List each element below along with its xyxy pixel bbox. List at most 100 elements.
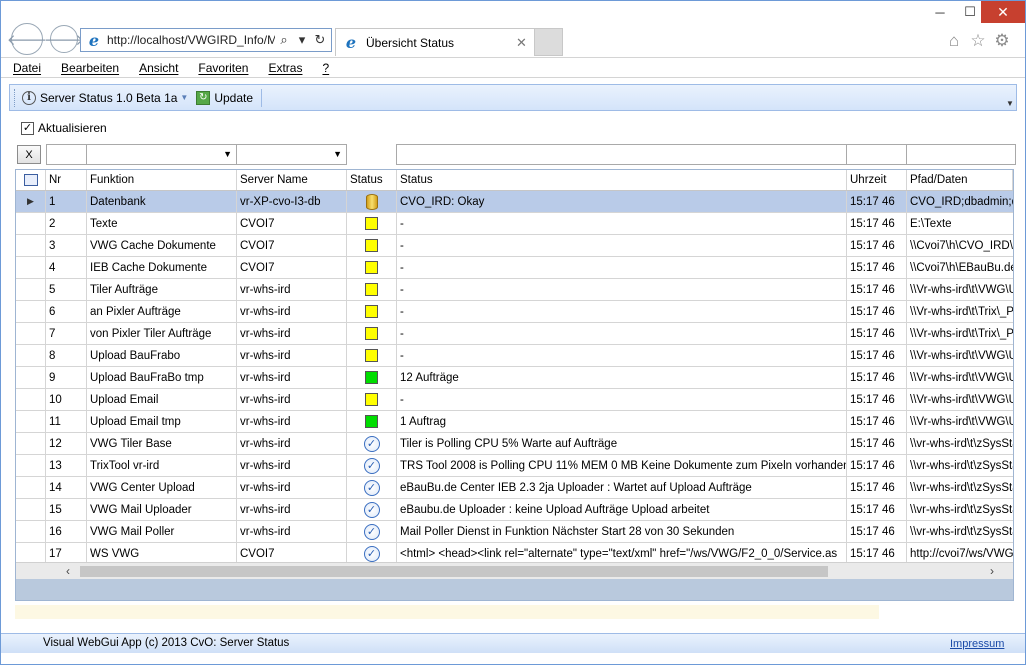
app-menu-label: Server Status 1.0 Beta 1a	[40, 90, 178, 105]
cell-status-icon	[347, 389, 397, 410]
autorefresh-row[interactable]: ✓ Aktualisieren	[21, 121, 107, 135]
table-row[interactable]: 5 Tiler Aufträge vr-whs-ird -15:17 46 \\Vr-w…	[16, 279, 1013, 301]
row-header[interactable]	[16, 257, 46, 278]
address-bar[interactable]: e http://localhost/VWGIRD_Info/M ⌕ ▾ ↻	[80, 28, 332, 52]
row-header[interactable]	[16, 455, 46, 476]
menu-item-datei[interactable]: Datei	[11, 61, 43, 75]
table-row[interactable]: 14 VWG Center Upload vr-whs-ird ✓ eBauBu.de …	[16, 477, 1013, 499]
status-yellow-icon	[365, 261, 378, 274]
toolbar-overflow-icon[interactable]: ▼	[1005, 97, 1015, 109]
row-header[interactable]	[16, 389, 46, 410]
update-button[interactable]: ↻ Update	[192, 87, 257, 109]
row-header[interactable]	[16, 345, 46, 366]
scroll-right-icon[interactable]: ›	[984, 563, 1000, 579]
column-header-server[interactable]: Server Name	[237, 170, 347, 190]
menu-item-ansicht[interactable]: Ansicht	[137, 61, 180, 75]
table-row[interactable]: 8 Upload BauFrabo vr-whs-ird -15:17 46 \\Vr-…	[16, 345, 1013, 367]
cell-nr: 6	[46, 301, 87, 322]
row-header[interactable]	[16, 411, 46, 432]
row-header[interactable]: ▶	[16, 191, 46, 212]
tab-close-icon[interactable]: ✕	[516, 35, 527, 51]
table-row[interactable]: 4 IEB Cache Dokumente CVOI7 -15:17 46 \\Cvoi…	[16, 257, 1013, 279]
horizontal-scrollbar[interactable]: ‹ ›	[16, 562, 1013, 579]
app-menu-button[interactable]: i Server Status 1.0 Beta 1a ▼	[18, 87, 192, 109]
row-header[interactable]	[16, 543, 46, 564]
table-row[interactable]: 16 VWG Mail Poller vr-whs-ird ✓ Mail Poller …	[16, 521, 1013, 543]
cell-funktion: IEB Cache Dokumente	[87, 257, 237, 278]
table-row[interactable]: 6 an Pixler Aufträge vr-whs-ird -15:17 46 \\…	[16, 301, 1013, 323]
cell-pfad: \\Cvoi7\h\CVO_IRD\C	[910, 239, 1013, 252]
row-header[interactable]	[16, 521, 46, 542]
filter-nr-input[interactable]	[46, 144, 87, 165]
address-text[interactable]: http://localhost/VWGIRD_Info/M	[107, 33, 275, 47]
menu-item-bearbeiten[interactable]: Bearbeiten	[59, 61, 121, 75]
cell-server: vr-whs-ird	[237, 345, 347, 366]
close-window-button[interactable]: ✕	[981, 1, 1025, 23]
forward-button[interactable]: 🡒	[44, 25, 84, 53]
cell-server: vr-whs-ird	[237, 521, 347, 542]
settings-gear-icon[interactable]: ⚙	[992, 31, 1012, 51]
cell-status-icon: ✓	[347, 521, 397, 542]
filter-time-input[interactable]	[846, 144, 907, 165]
row-header[interactable]	[16, 235, 46, 256]
status-green-icon	[365, 415, 378, 428]
column-header-status[interactable]: Status	[397, 170, 847, 190]
filter-server-select[interactable]: ▼	[236, 144, 347, 165]
row-header[interactable]	[16, 499, 46, 520]
filter-funktion-caret-icon: ▼	[223, 149, 232, 159]
filter-status-input[interactable]	[396, 144, 847, 165]
row-header[interactable]	[16, 367, 46, 388]
cell-pfad: \\vr-whs-ird\t\zSysSta	[910, 437, 1013, 450]
table-row[interactable]: ▶ 1 Datenbank vr-XP-cvo-I3-db CVO_IRD: Okay 1…	[16, 191, 1013, 213]
column-header-funktion[interactable]: Funktion	[87, 170, 237, 190]
table-row[interactable]: 10 Upload Email vr-whs-ird -15:17 46 \\Vr-wh…	[16, 389, 1013, 411]
row-header[interactable]	[16, 213, 46, 234]
row-header[interactable]	[16, 301, 46, 322]
row-header[interactable]	[16, 477, 46, 498]
impressum-link[interactable]: Impressum	[950, 638, 1004, 650]
column-header-uhrzeit[interactable]: Uhrzeit	[847, 170, 907, 190]
minimize-button[interactable]: ─	[925, 1, 955, 23]
filter-path-input[interactable]	[906, 144, 1016, 165]
table-row[interactable]: 13 TrixTool vr-ird vr-whs-ird ✓ TRS Tool 200…	[16, 455, 1013, 477]
status-yellow-icon	[365, 239, 378, 252]
clear-filter-button[interactable]: X	[17, 145, 41, 164]
cell-uhrzeit: 15:17 46	[847, 477, 907, 498]
row-header[interactable]	[16, 433, 46, 454]
row-header[interactable]	[16, 279, 46, 300]
back-button[interactable]: 🡐	[7, 23, 47, 55]
cell-status-text: 1 Auftrag	[397, 411, 847, 432]
new-tab-button[interactable]	[535, 28, 563, 56]
column-header-pfad[interactable]: Pfad/Daten	[907, 170, 1013, 190]
cell-funktion: Datenbank	[87, 191, 237, 212]
menu-item-favoriten[interactable]: Favoriten	[196, 61, 250, 75]
table-row[interactable]: 12 VWG Tiler Base vr-whs-ird ✓ Tiler is Poll…	[16, 433, 1013, 455]
autorefresh-checkbox[interactable]: ✓	[21, 121, 34, 135]
table-row[interactable]: 15 VWG Mail Uploader vr-whs-ird ✓ eBaubu.de …	[16, 499, 1013, 521]
dropdown-caret-icon[interactable]: ▾	[293, 32, 311, 48]
search-icon[interactable]: ⌕	[275, 32, 293, 48]
cell-status-text: TRS Tool 2008 is Polling CPU 11% MEM 0 M…	[397, 455, 847, 476]
menu-item-help[interactable]: ?	[320, 61, 331, 75]
table-row[interactable]: 7 von Pixler Tiler Aufträge vr-whs-ird -15:…	[16, 323, 1013, 345]
table-row[interactable]: 9 Upload BauFraBo tmp vr-whs-ird 12 Aufträg…	[16, 367, 1013, 389]
cell-server: vr-whs-ird	[237, 367, 347, 388]
filter-funktion-select[interactable]: ▼	[86, 144, 237, 165]
browser-tab[interactable]: e Übersicht Status ✕	[335, 28, 535, 56]
column-header-status-icon[interactable]: Status	[347, 170, 397, 190]
cell-server: CVOI7	[237, 543, 347, 564]
column-header-nr[interactable]: Nr	[46, 170, 87, 190]
row-header[interactable]	[16, 323, 46, 344]
ie-icon: e	[88, 30, 100, 50]
refresh-icon[interactable]: ↻	[311, 32, 329, 48]
home-icon[interactable]: ⌂	[944, 31, 964, 51]
table-row[interactable]: 3 VWG Cache Dokumente CVOI7 -15:17 46 \\Cvoi…	[16, 235, 1013, 257]
menu-item-extras[interactable]: Extras	[266, 61, 304, 75]
scroll-thumb[interactable]	[80, 566, 828, 577]
app-area: i Server Status 1.0 Beta 1a ▼ ↻ Update ▼…	[9, 81, 1019, 661]
column-chooser[interactable]	[16, 170, 46, 190]
table-row[interactable]: 11 Upload Email tmp vr-whs-ird 1 Auftrag 15:…	[16, 411, 1013, 433]
favorites-star-icon[interactable]: ☆	[968, 31, 988, 51]
table-row[interactable]: 2 Texte CVOI7 -15:17 46 E:\Texte	[16, 213, 1013, 235]
scroll-left-icon[interactable]: ‹	[60, 563, 76, 579]
